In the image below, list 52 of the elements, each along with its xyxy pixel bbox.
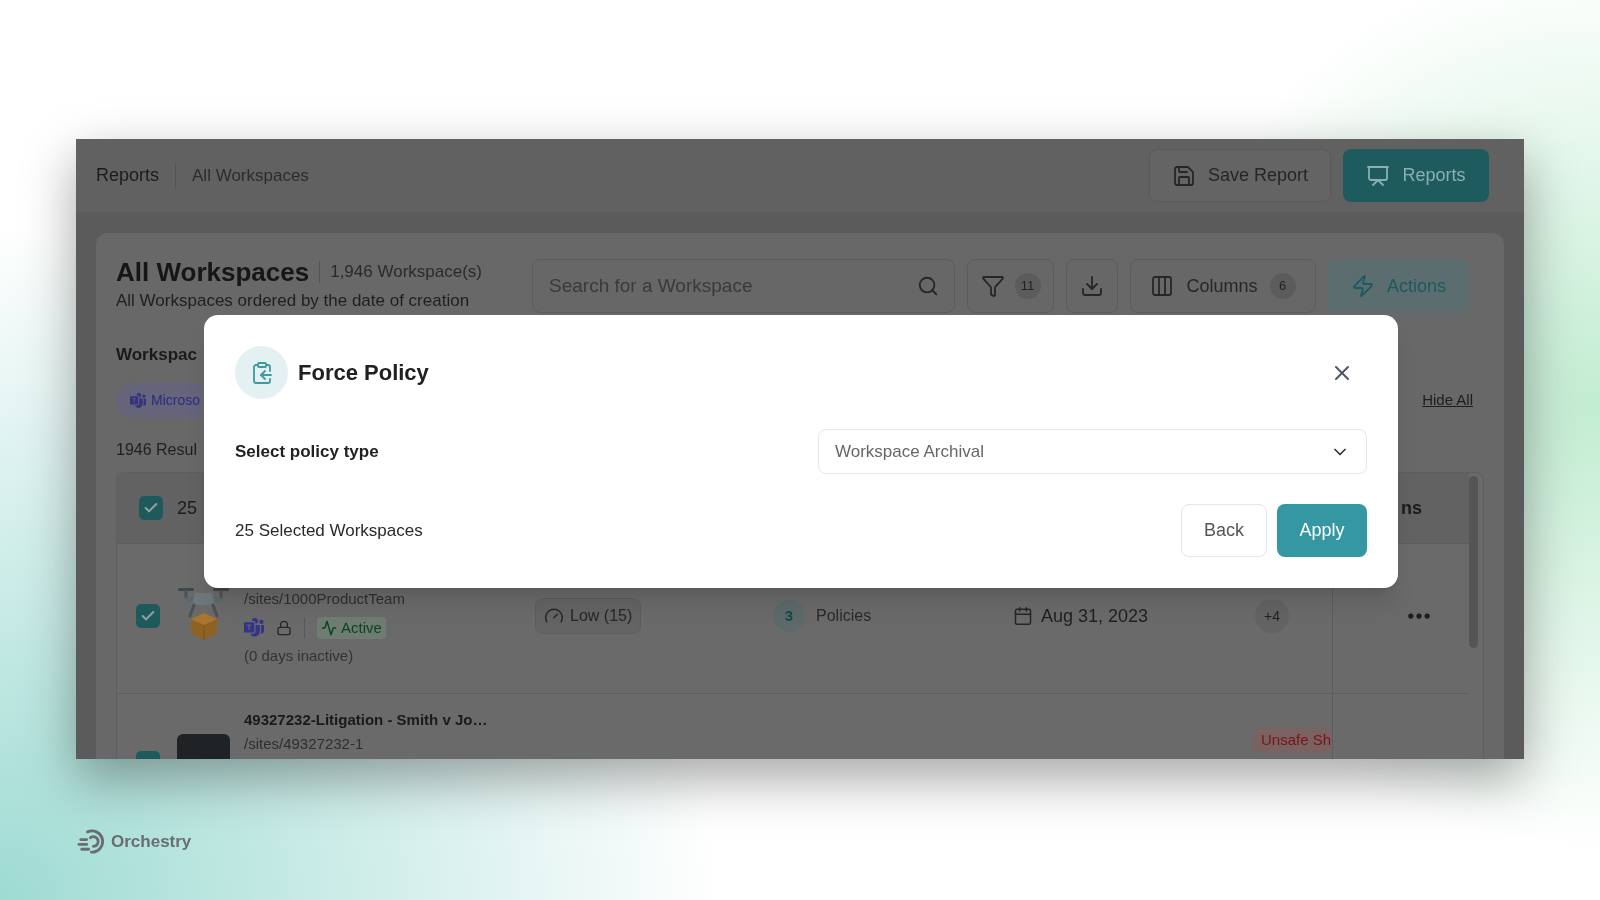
- actions-button[interactable]: Actions: [1328, 259, 1469, 313]
- columns-button[interactable]: Columns 6: [1130, 259, 1316, 313]
- filters-heading: Workspac: [116, 345, 197, 365]
- calendar-icon: [1013, 606, 1033, 626]
- lightning-icon: [1351, 274, 1375, 298]
- columns-icon: [1150, 274, 1175, 298]
- selection-count: 25: [177, 497, 198, 518]
- workspace-path: /sites/49327232-1: [244, 735, 364, 753]
- filter-button[interactable]: 11: [967, 259, 1054, 313]
- workspace-count: 1,946 Workspace(s): [330, 261, 482, 284]
- reports-button[interactable]: Reports: [1343, 149, 1489, 202]
- team-chat-icon: [130, 392, 146, 409]
- apply-button[interactable]: Apply: [1277, 504, 1367, 557]
- tag-badge: Unsafe Sh: [1253, 728, 1332, 753]
- filter-chip[interactable]: Microso: [116, 383, 202, 418]
- policies-label: Policies: [816, 606, 872, 626]
- policy-type-select[interactable]: Workspace Archival: [818, 429, 1367, 474]
- back-button[interactable]: Back: [1181, 504, 1267, 557]
- download-button[interactable]: [1066, 259, 1118, 313]
- filter-icon: [980, 274, 1005, 298]
- team-chat-icon: [244, 618, 264, 638]
- search-icon: [917, 275, 939, 297]
- checkbox[interactable]: [139, 496, 163, 520]
- field-label: Select policy type: [235, 440, 379, 463]
- brand-name: Orchestry: [111, 830, 192, 853]
- save-report-button[interactable]: Save Report: [1149, 149, 1331, 202]
- page-title: All Workspaces: [116, 256, 310, 288]
- logo-icon: [77, 828, 104, 855]
- hide-all-link[interactable]: Hide All: [1422, 389, 1473, 412]
- gauge-icon: [544, 606, 564, 626]
- filter-count-badge: 11: [1014, 273, 1041, 299]
- breadcrumb-link[interactable]: Reports: [96, 162, 160, 189]
- column-header: ns: [1401, 496, 1422, 520]
- workspace-path: /sites/1000ProductTeam: [244, 590, 405, 608]
- risk-badge: Low (15): [535, 598, 642, 634]
- pulse-icon: [321, 620, 337, 636]
- page-subtitle: All Workspaces ordered by the date of creation: [116, 290, 470, 312]
- presentation-board-icon: [1366, 163, 1391, 188]
- more-count-badge: +4: [1255, 599, 1289, 633]
- drone-icon: [177, 586, 230, 641]
- download-icon: [1080, 274, 1104, 298]
- columns-count-badge: 6: [1269, 273, 1296, 299]
- photo-placeholder: [177, 734, 230, 759]
- checkbox[interactable]: [136, 751, 160, 759]
- created-date: Aug 31, 2023: [1041, 605, 1149, 628]
- selection-summary: 25 Selected Workspaces: [235, 519, 423, 542]
- modal-title: Force Policy: [298, 359, 429, 387]
- results-count: 1946 Resul: [116, 441, 197, 459]
- checkbox[interactable]: [136, 604, 160, 628]
- workspace-name[interactable]: 49327232-Litigation - Smith v Jo…: [244, 711, 488, 729]
- policy-count-badge: 3: [773, 600, 805, 632]
- status-badge: Active: [317, 617, 386, 639]
